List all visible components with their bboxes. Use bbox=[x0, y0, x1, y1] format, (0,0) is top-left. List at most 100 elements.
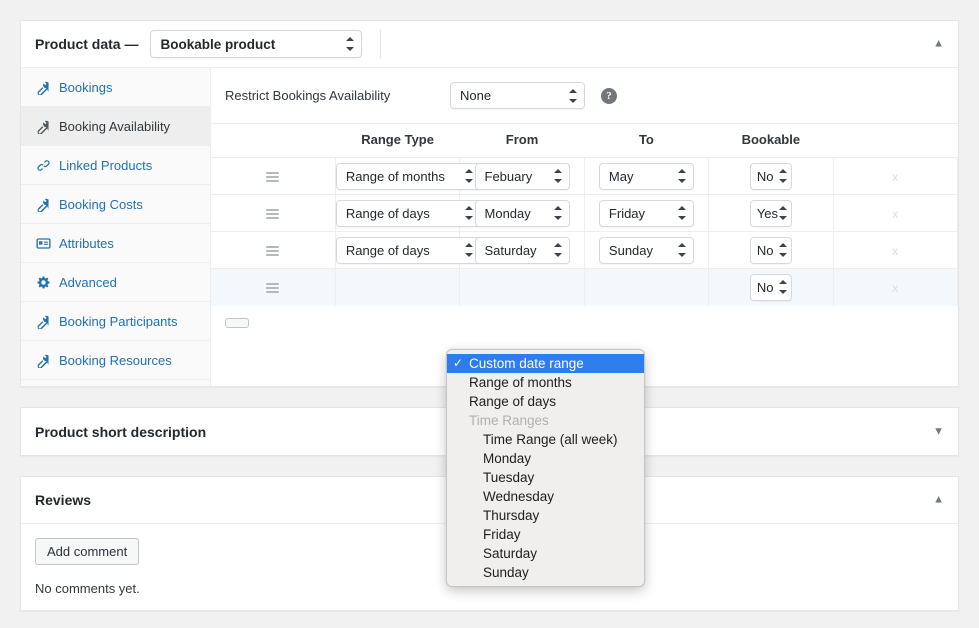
bookable-cell: Yes bbox=[708, 194, 834, 232]
collapse-toggle-icon[interactable]: ▲ bbox=[933, 494, 944, 506]
range-type-select[interactable]: Range of days bbox=[335, 199, 481, 227]
table-header-row: Range Type From To Bookable bbox=[211, 124, 958, 158]
select-arrows-icon bbox=[677, 169, 686, 183]
gear-icon bbox=[35, 274, 51, 290]
delete-cell: x bbox=[833, 268, 959, 306]
sidebar-item-advanced[interactable]: Advanced bbox=[21, 263, 210, 302]
product-data-metabox: Product data — Bookable product ▲ Bookin… bbox=[20, 20, 959, 587]
sidebar-item-booking-resources[interactable]: Booking Resources bbox=[21, 341, 210, 380]
availability-table-wrap: Range Type From To Bookable Range of mon… bbox=[211, 124, 959, 331]
delete-row-button[interactable]: x bbox=[892, 244, 898, 258]
dropdown-option[interactable]: Custom date range bbox=[447, 354, 644, 373]
product-data-body: Bookings Booking Availability Linked Produ… bbox=[21, 68, 959, 587]
bookable-select-value: No bbox=[756, 279, 774, 295]
from-select[interactable]: Monday bbox=[474, 199, 570, 227]
sidebar-item-bookings[interactable]: Bookings bbox=[21, 68, 210, 107]
dropdown-option[interactable]: Time Range (all week) bbox=[447, 430, 644, 449]
to-select[interactable]: May bbox=[598, 162, 694, 190]
bookable-select-value: No bbox=[756, 168, 774, 184]
row-drag-handle-cell bbox=[211, 194, 336, 232]
to-select[interactable]: Sunday bbox=[598, 236, 694, 264]
add-range-button[interactable] bbox=[225, 317, 249, 328]
product-type-value: Bookable product bbox=[160, 36, 276, 52]
bookable-select[interactable]: Yes bbox=[749, 199, 792, 227]
dropdown-option[interactable]: Tuesday bbox=[447, 468, 644, 487]
from-select-value: Monday bbox=[484, 205, 531, 221]
from-select[interactable]: Febuary bbox=[474, 162, 570, 190]
range-type-select[interactable]: Range of months bbox=[335, 162, 481, 190]
collapse-toggle-icon[interactable]: ▲ bbox=[933, 38, 944, 50]
row-drag-handle-cell bbox=[211, 157, 336, 195]
delete-cell: x bbox=[833, 157, 959, 195]
from-cell: Monday bbox=[459, 194, 585, 232]
range-type-dropdown-popup[interactable]: Custom date rangeRange of monthsRange of… bbox=[446, 349, 645, 587]
dropdown-option[interactable]: Monday bbox=[447, 449, 644, 468]
short-description-title: Product short description bbox=[35, 423, 207, 440]
dropdown-option[interactable]: Sunday bbox=[447, 563, 644, 582]
sidebar-item-label: Booking Availability bbox=[59, 118, 171, 134]
to-cell bbox=[584, 268, 710, 306]
to-select[interactable]: Friday bbox=[598, 199, 694, 227]
bookable-cell: No bbox=[708, 157, 834, 195]
restrict-bookings-availability-row: Restrict Bookings Availability None ? bbox=[211, 68, 958, 124]
delete-row-button[interactable]: x bbox=[892, 207, 898, 221]
from-select-value: Saturday bbox=[484, 242, 537, 258]
delete-row-button[interactable]: x bbox=[892, 281, 898, 295]
th-delete bbox=[833, 124, 957, 158]
table-row: Range of months Febuary May No x bbox=[211, 157, 959, 195]
range-type-cell bbox=[335, 268, 461, 306]
add-comment-button[interactable]: Add comment bbox=[35, 538, 140, 565]
select-arrows-icon bbox=[464, 169, 473, 183]
bookable-select[interactable]: No bbox=[749, 236, 792, 264]
from-select[interactable]: Saturday bbox=[474, 236, 570, 264]
select-arrows-icon bbox=[778, 206, 787, 220]
dropdown-option[interactable]: Range of months bbox=[447, 373, 644, 392]
sidebar-item-label: Booking Participants bbox=[59, 313, 178, 329]
row-drag-handle-cell bbox=[211, 231, 336, 269]
restrict-availability-select[interactable]: None bbox=[450, 82, 585, 109]
select-arrows-icon bbox=[346, 37, 355, 51]
reviews-title: Reviews bbox=[35, 492, 92, 508]
bookable-cell: No bbox=[708, 231, 834, 269]
range-type-cell: Range of days bbox=[335, 194, 481, 232]
range-type-cell: Range of months bbox=[335, 157, 481, 195]
expand-toggle-icon[interactable]: ▼ bbox=[933, 426, 944, 437]
sidebar-item-linked-products[interactable]: Linked Products bbox=[21, 146, 210, 185]
th-range-type: Range Type bbox=[361, 132, 434, 147]
sidebar-item-booking-costs[interactable]: Booking Costs bbox=[21, 185, 210, 224]
dropdown-option[interactable]: Saturday bbox=[447, 544, 644, 563]
drag-handle-icon[interactable] bbox=[266, 172, 280, 183]
bookable-select[interactable]: No bbox=[749, 273, 792, 301]
dropdown-option[interactable]: Range of days bbox=[447, 392, 644, 411]
dropdown-option[interactable]: Thursday bbox=[447, 506, 644, 525]
from-select-value: Febuary bbox=[484, 168, 533, 184]
th-from: From bbox=[505, 132, 539, 147]
restrict-label: Restrict Bookings Availability bbox=[225, 88, 391, 103]
bookable-select[interactable]: No bbox=[749, 162, 792, 190]
to-select-value: May bbox=[608, 168, 634, 184]
to-select-value: Friday bbox=[608, 205, 646, 221]
select-arrows-icon bbox=[553, 206, 562, 220]
range-type-select-value: Range of days bbox=[345, 205, 430, 221]
sidebar-item-booking-availability[interactable]: Booking Availability bbox=[21, 107, 210, 146]
select-arrows-icon bbox=[553, 243, 562, 257]
drag-handle-icon[interactable] bbox=[266, 209, 280, 220]
product-type-select[interactable]: Bookable product bbox=[150, 30, 363, 58]
sidebar-item-label: Booking Costs bbox=[59, 196, 143, 212]
attributes-icon bbox=[35, 235, 51, 251]
th-bookable: Bookable bbox=[741, 132, 801, 147]
range-type-select[interactable]: Range of days bbox=[335, 236, 481, 264]
dropdown-option[interactable]: Friday bbox=[447, 525, 644, 544]
drag-handle-icon[interactable] bbox=[266, 283, 280, 294]
dropdown-option[interactable]: Wednesday bbox=[447, 487, 644, 506]
from-cell bbox=[459, 268, 585, 306]
sidebar-item-attributes[interactable]: Attributes bbox=[21, 224, 210, 263]
sidebar-item-booking-participants[interactable]: Booking Participants bbox=[21, 302, 210, 341]
help-icon[interactable]: ? bbox=[601, 87, 617, 104]
range-type-cell: Range of days bbox=[335, 231, 481, 269]
drag-handle-icon[interactable] bbox=[266, 246, 280, 257]
delete-row-button[interactable]: x bbox=[892, 170, 898, 184]
select-arrows-icon bbox=[778, 280, 787, 295]
page-title: Product data — bbox=[35, 36, 139, 52]
restrict-value: None bbox=[460, 88, 492, 103]
